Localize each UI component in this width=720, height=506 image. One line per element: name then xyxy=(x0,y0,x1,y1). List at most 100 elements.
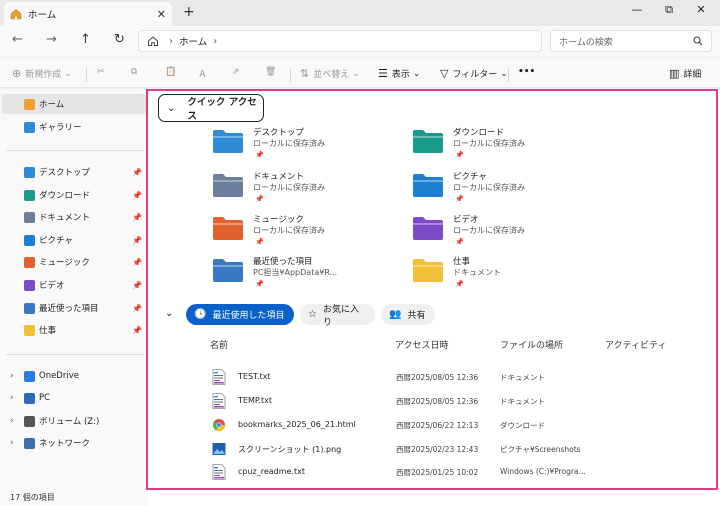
back-icon[interactable]: ← xyxy=(12,32,23,47)
folder-location: ドキュメント xyxy=(453,268,501,277)
maximize-button[interactable]: ⧉ xyxy=(652,3,686,17)
breadcrumb-separator[interactable]: › xyxy=(213,36,217,47)
sidebar-item-home[interactable]: ホーム xyxy=(2,94,146,114)
pin-icon[interactable]: 📌 xyxy=(132,168,142,177)
pin-icon[interactable]: 📌 xyxy=(132,258,142,267)
text-file-icon xyxy=(212,464,226,480)
breadcrumb-home[interactable]: ホーム xyxy=(179,34,207,48)
divider xyxy=(290,68,291,82)
sidebar-item-location[interactable]: › ボリューム (Z:) xyxy=(2,411,146,431)
up-icon[interactable]: ↑ xyxy=(80,32,91,47)
quick-access-folder[interactable]: ダウンロード ローカルに保存済み 📌 xyxy=(412,126,612,166)
filter-button[interactable]: ▽ フィルター ⌄ xyxy=(440,67,508,80)
sidebar-item-pinned[interactable]: ピクチャ 📌 xyxy=(2,230,146,250)
sidebar-item-pinned[interactable]: 仕事 📌 xyxy=(2,320,146,340)
folder-icon xyxy=(413,174,443,197)
sidebar-item-label: ダウンロード xyxy=(39,191,91,201)
pin-icon[interactable]: 📌 xyxy=(132,191,142,200)
expand-icon[interactable]: › xyxy=(10,416,14,426)
divider xyxy=(6,354,144,355)
column-header-name[interactable]: 名前 xyxy=(210,338,228,351)
sidebar-item-pinned[interactable]: デスクトップ 📌 xyxy=(2,162,146,182)
pin-icon[interactable]: 📌 xyxy=(132,281,142,290)
copy-icon[interactable]: ⧉ xyxy=(131,67,137,77)
pin-icon[interactable]: 📌 xyxy=(132,213,142,222)
column-header-activity[interactable]: アクティビティ xyxy=(605,338,666,351)
expand-icon[interactable]: › xyxy=(10,371,14,381)
quick-access-folder[interactable]: 最近使った項目 PC担当¥AppData¥R... 📌 xyxy=(212,255,412,295)
search-input[interactable]: ホームの検索 xyxy=(559,35,693,48)
pin-icon[interactable]: 📌 xyxy=(132,236,142,245)
file-access-date: 西暦2025/06/22 12:13 xyxy=(396,421,479,430)
table-row[interactable]: cpuz_readme.txt 西暦2025/01/25 10:02 Windows… xyxy=(210,462,690,482)
quick-access-folder[interactable]: ミュージック ローカルに保存済み 📌 xyxy=(212,213,412,253)
column-header-location[interactable]: ファイルの場所 xyxy=(500,338,563,351)
forward-icon[interactable]: → xyxy=(46,32,57,47)
sidebar-item-label: ネットワーク xyxy=(39,439,91,449)
details-pane-button[interactable]: ▥ 詳細 xyxy=(669,67,701,80)
tab-favorites-label: お気に入り xyxy=(322,304,359,328)
clock-icon: 🕓 xyxy=(194,309,207,320)
share-icon[interactable]: ⇗ xyxy=(232,67,240,77)
filter-label: フィルター xyxy=(452,70,498,80)
sidebar-item-location[interactable]: › ネットワーク xyxy=(2,433,146,453)
chevron-down-icon[interactable]: ⌄ xyxy=(165,308,173,319)
sidebar-item-pinned[interactable]: ダウンロード 📌 xyxy=(2,185,146,205)
sidebar-item-location[interactable]: › PC xyxy=(2,388,146,408)
sidebar-item-location[interactable]: › OneDrive xyxy=(2,366,146,386)
column-header-date[interactable]: アクセス日時 xyxy=(395,338,449,351)
tab-close-button[interactable]: ✕ xyxy=(157,8,166,21)
cut-icon[interactable]: ✂ xyxy=(97,67,105,77)
expand-icon[interactable]: › xyxy=(10,438,14,448)
more-options-button[interactable]: ••• xyxy=(518,67,535,77)
sidebar-item-label: 仕事 xyxy=(39,326,57,336)
sidebar-item-pinned[interactable]: ドキュメント 📌 xyxy=(2,207,146,227)
address-bar[interactable]: › ホーム › xyxy=(138,30,542,52)
new-tab-button[interactable]: + xyxy=(183,4,195,20)
table-row[interactable]: bookmarks_2025_06_21.html 西暦2025/06/22 12… xyxy=(210,415,690,435)
minimize-button[interactable]: — xyxy=(620,3,654,16)
table-row[interactable]: TEMP.txt 西暦2025/08/05 12:36 ドキュメント xyxy=(210,391,690,411)
image-file-icon xyxy=(212,443,226,455)
quick-access-folder[interactable]: ビデオ ローカルに保存済み 📌 xyxy=(412,213,612,253)
table-row[interactable]: スクリーンショット (1).png 西暦2025/02/23 12:43 ピクチャ¥… xyxy=(210,439,690,459)
tab-home[interactable]: ホーム ✕ xyxy=(4,2,172,26)
tab-recent[interactable]: 🕓 最近使用した項目 xyxy=(186,304,294,325)
quick-access-title: クイック アクセス xyxy=(187,97,257,122)
refresh-icon[interactable]: ↻ xyxy=(114,32,125,47)
search-icon xyxy=(693,36,703,46)
folder-icon xyxy=(24,256,35,268)
tab-shared[interactable]: 👥 共有 xyxy=(381,304,435,325)
sidebar-item-gallery[interactable]: ギャラリー xyxy=(2,117,146,137)
view-button[interactable]: ☰ 表示 ⌄ xyxy=(378,67,420,80)
folder-icon xyxy=(213,217,243,240)
pin-icon: 📌 xyxy=(255,195,264,203)
folder-icon xyxy=(24,166,35,178)
folder-icon xyxy=(413,130,443,153)
quick-access-folder[interactable]: 仕事 ドキュメント 📌 xyxy=(412,255,612,295)
folder-icon xyxy=(24,324,35,336)
sort-button[interactable]: ⇅ 並べ替え ⌄ xyxy=(300,67,360,80)
folder-location: ローカルに保存済み xyxy=(453,183,525,192)
sidebar-item-pinned[interactable]: ミュージック 📌 xyxy=(2,252,146,272)
search-box[interactable]: ホームの検索 xyxy=(550,30,712,52)
pin-icon[interactable]: 📌 xyxy=(132,326,142,335)
pin-icon[interactable]: 📌 xyxy=(132,304,142,313)
quick-access-folder[interactable]: ピクチャ ローカルに保存済み 📌 xyxy=(412,170,612,210)
sidebar-item-pinned[interactable]: 最近使った項目 📌 xyxy=(2,298,146,318)
tab-favorites[interactable]: ☆ お気に入り xyxy=(300,304,375,328)
expand-icon[interactable]: › xyxy=(10,393,14,403)
delete-icon[interactable]: 🗑 xyxy=(265,67,276,77)
table-row[interactable]: TEST.txt 西暦2025/08/05 12:36 ドキュメント xyxy=(210,367,690,387)
folder-icon xyxy=(413,217,443,240)
quick-access-folder[interactable]: ドキュメント ローカルに保存済み 📌 xyxy=(212,170,412,210)
quick-access-header[interactable]: ⌄ クイック アクセス xyxy=(158,94,264,122)
chevron-down-icon: ⌄ xyxy=(167,102,176,114)
sidebar-item-pinned[interactable]: ビデオ 📌 xyxy=(2,275,146,295)
new-button[interactable]: ⊕ 新規作成 ⌄ xyxy=(12,67,72,80)
close-window-button[interactable]: ✕ xyxy=(684,3,718,16)
quick-access-folder[interactable]: デスクトップ ローカルに保存済み 📌 xyxy=(212,126,412,166)
paste-icon[interactable]: 📋 xyxy=(165,67,176,77)
rename-icon[interactable]: Ａ xyxy=(198,67,207,80)
title-bar: ホーム ✕ + — ⧉ ✕ xyxy=(0,0,720,26)
